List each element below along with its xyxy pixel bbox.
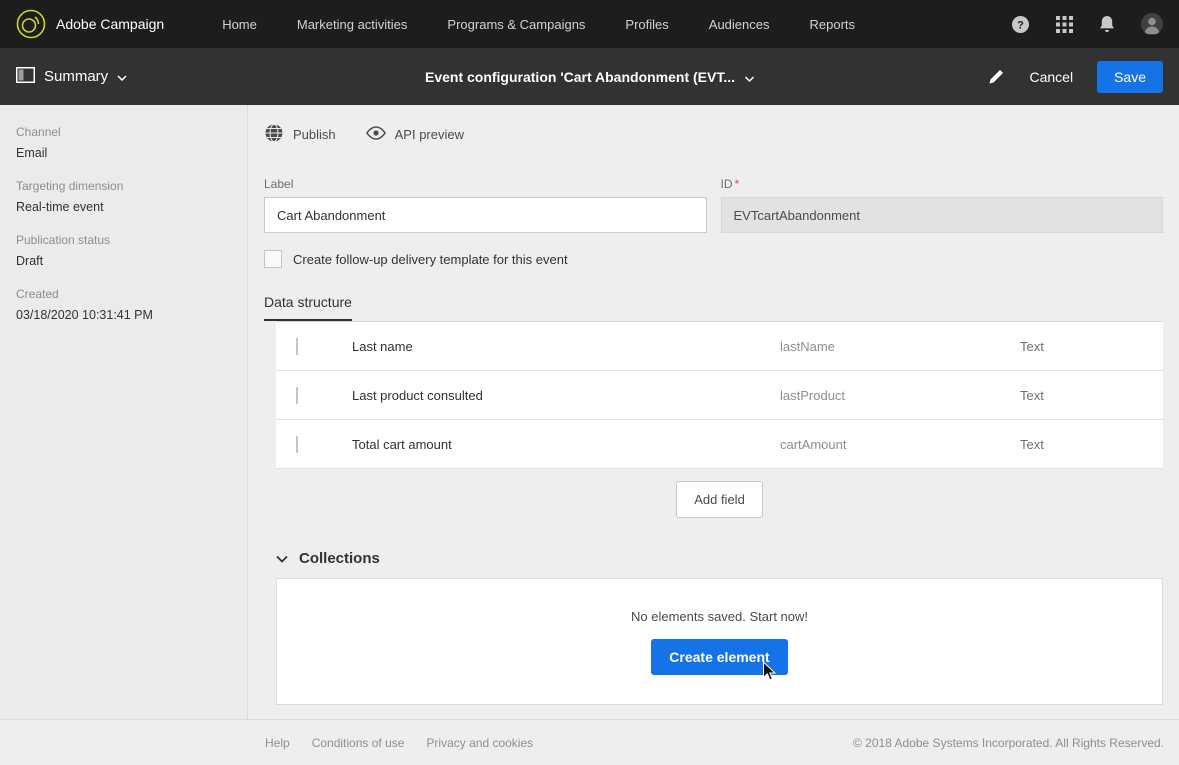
api-preview-action[interactable]: API preview — [365, 125, 465, 143]
apps-grid-icon[interactable] — [1056, 15, 1073, 33]
cancel-button[interactable]: Cancel — [1029, 69, 1073, 85]
svg-text:?: ? — [1017, 19, 1024, 31]
tab-data-structure[interactable]: Data structure — [264, 294, 352, 321]
header-actions: Cancel Save — [988, 60, 1163, 93]
edit-pencil-icon[interactable] — [988, 68, 1005, 85]
footer-link-help[interactable]: Help — [265, 736, 290, 750]
id-field-label: ID * — [721, 177, 1164, 191]
row-checkbox[interactable] — [296, 386, 298, 404]
topnav-actions: ? — [1011, 13, 1163, 35]
field-id: lastProduct — [780, 370, 1020, 420]
save-button[interactable]: Save — [1097, 60, 1163, 93]
id-field-group: ID * — [720, 177, 1164, 233]
api-preview-label: API preview — [394, 126, 465, 142]
sidebar-field-value: Draft — [16, 254, 44, 268]
adobe-campaign-logo-icon — [16, 9, 46, 39]
nav-item-programs-campaigns[interactable]: Programs & Campaigns — [447, 17, 585, 32]
sidebar-field-value: 03/18/2020 10:31:41 PM — [16, 308, 153, 322]
label-field-group: Label — [264, 177, 707, 233]
row-checkbox[interactable] — [296, 337, 298, 355]
followup-checkbox-row: Create follow-up delivery template for t… — [264, 250, 1163, 268]
footer-link-conditions[interactable]: Conditions of use — [312, 736, 405, 750]
globe-icon — [264, 123, 284, 146]
main-panel: Publish API preview Label ID* — [248, 105, 1179, 719]
label-field-label: Label — [264, 177, 294, 191]
footer: Help Conditions of use Privacy and cooki… — [0, 719, 1179, 765]
sidebar-field-value: Email — [16, 146, 48, 160]
row-checkbox[interactable] — [296, 435, 298, 453]
form-row: Label ID* — [264, 177, 1163, 233]
add-field-row: Add field — [276, 481, 1163, 518]
collections-empty-box: No elements saved. Start now! Create ele… — [276, 578, 1163, 705]
footer-links: Help Conditions of use Privacy and cooki… — [265, 736, 533, 750]
chevron-down-icon — [744, 69, 754, 85]
page-title[interactable]: Event configuration 'Cart Abandonment (E… — [425, 69, 754, 85]
footer-link-privacy[interactable]: Privacy and cookies — [426, 736, 533, 750]
create-element-button[interactable]: Create element — [651, 638, 788, 675]
nav-item-reports[interactable]: Reports — [810, 17, 856, 32]
sidebar-field-label: Created — [16, 287, 59, 301]
page-header: Summary Event configuration 'Cart Abando… — [0, 48, 1179, 105]
nav-item-profiles[interactable]: Profiles — [625, 17, 668, 32]
sidebar-field-value: Real-time event — [16, 200, 104, 214]
collections-title: Collections — [299, 550, 380, 567]
label-input[interactable] — [264, 197, 707, 233]
field-name: Last product consulted — [352, 370, 780, 420]
page-title-text: Event configuration 'Cart Abandonment (E… — [424, 68, 736, 85]
field-name: Last name — [352, 321, 780, 371]
sidebar-field-label: Targeting dimension — [16, 179, 124, 193]
field-type: Text — [1020, 419, 1163, 469]
field-name: Total cart amount — [352, 419, 780, 469]
collections-header[interactable]: Collections — [276, 550, 1163, 567]
sidebar-field-label: Channel — [16, 125, 61, 139]
chevron-down-icon — [117, 68, 127, 85]
id-label-text: ID — [720, 177, 733, 191]
fields-table: Last name lastName Text Last product con… — [276, 321, 1163, 469]
view-switcher[interactable]: Summary — [16, 66, 127, 87]
field-type: Text — [1020, 370, 1163, 420]
followup-checkbox[interactable] — [264, 250, 282, 268]
field-id: cartAmount — [780, 419, 1020, 469]
content: Channel Email Targeting dimension Real-t… — [0, 105, 1179, 719]
required-marker: * — [734, 177, 740, 191]
nav-item-home[interactable]: Home — [222, 17, 257, 32]
id-input — [720, 197, 1163, 233]
add-field-button[interactable]: Add field — [676, 481, 763, 518]
publish-label: Publish — [293, 126, 336, 142]
copyright: © 2018 Adobe Systems Incorporated. All R… — [852, 735, 1164, 750]
sidebar-field-label: Publication status — [16, 233, 111, 247]
top-nav: Adobe Campaign Home Marketing activities… — [0, 0, 1179, 48]
avatar[interactable] — [1141, 13, 1163, 35]
nav-item-audiences[interactable]: Audiences — [709, 17, 770, 32]
action-row: Publish API preview — [264, 120, 1163, 148]
data-structure-section: Last name lastName Text Last product con… — [276, 321, 1163, 705]
bell-icon[interactable] — [1099, 15, 1115, 33]
collections-empty-message: No elements saved. Start now! — [630, 608, 809, 624]
view-switcher-label: Summary — [44, 68, 109, 85]
tabs: Data structure — [264, 294, 1163, 321]
field-id: lastName — [780, 321, 1020, 371]
brand-name: Adobe Campaign — [56, 16, 165, 32]
field-type: Text — [1020, 321, 1163, 371]
nav-item-marketing-activities[interactable]: Marketing activities — [297, 17, 408, 32]
followup-checkbox-label: Create follow-up delivery template for t… — [293, 251, 568, 267]
chevron-down-icon — [276, 550, 288, 567]
summary-view-icon — [16, 66, 35, 87]
table-row[interactable]: Total cart amount cartAmount Text — [276, 419, 1163, 469]
publish-action[interactable]: Publish — [264, 123, 336, 146]
table-row[interactable]: Last name lastName Text — [276, 321, 1163, 371]
table-row[interactable]: Last product consulted lastProduct Text — [276, 370, 1163, 420]
eye-icon — [365, 125, 386, 143]
main-nav: Home Marketing activities Programs & Cam… — [222, 17, 855, 32]
brand: Adobe Campaign — [16, 9, 164, 39]
summary-sidebar: Channel Email Targeting dimension Real-t… — [0, 105, 248, 719]
help-icon[interactable]: ? — [1011, 15, 1030, 34]
